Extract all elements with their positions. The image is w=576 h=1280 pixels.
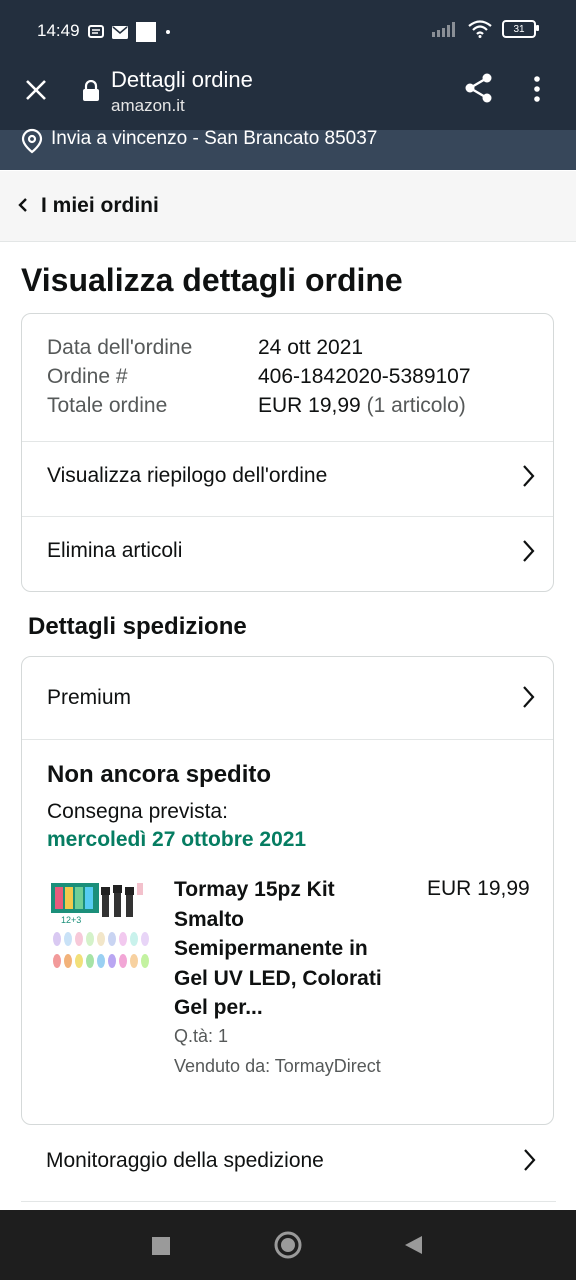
chevron-right-icon xyxy=(523,686,535,708)
product-image[interactable]: 12+3 xyxy=(49,881,153,975)
share-icon xyxy=(465,73,492,103)
shipment-tracking-row[interactable]: Monitoraggio della spedizione xyxy=(21,1125,556,1202)
signal-icon xyxy=(432,22,455,37)
share-button[interactable] xyxy=(463,72,495,109)
shipping-section-title: Dettagli spedizione xyxy=(28,613,247,640)
order-summary-card: Data dell'ordine 24 ott 2021 Ordine # 40… xyxy=(21,313,554,592)
delete-items-row[interactable]: Elimina articoli xyxy=(22,516,553,591)
breadcrumb-my-orders[interactable]: I miei ordini xyxy=(41,194,159,218)
order-number-value: 406-1842020-5389107 xyxy=(258,365,471,388)
chevron-right-icon xyxy=(524,1149,536,1171)
status-notification-icons xyxy=(88,22,172,42)
order-item-count: (1 articolo) xyxy=(366,394,466,417)
recents-button[interactable] xyxy=(151,1236,171,1256)
status-time: 14:49 xyxy=(37,21,80,40)
system-navigation-bar xyxy=(0,1210,576,1280)
product-image-label: 12+3 xyxy=(61,915,81,925)
product-seller: Venduto da: TormayDirect xyxy=(174,1056,381,1076)
page-title-bar: Dettagli ordine xyxy=(111,67,253,92)
order-total-value: EUR 19,99 xyxy=(258,394,361,417)
lock-icon xyxy=(83,80,99,101)
delivery-location-bar[interactable]: Invia a vincenzo - San Brancato 85037 xyxy=(0,128,576,170)
home-button[interactable] xyxy=(273,1230,303,1260)
status-bar: 14:49 31 xyxy=(0,0,576,58)
order-date-label: Data dell'ordine xyxy=(47,336,193,359)
product-title-link[interactable]: Tormay 15pz Kit Smalto Semipermanente in… xyxy=(174,875,399,1023)
shipping-card: Premium Non ancora spedito Consegna prev… xyxy=(21,656,554,1125)
chevron-left-icon xyxy=(18,198,27,212)
view-order-summary-label: Visualizza riepilogo dell'ordine xyxy=(47,464,328,487)
order-number-label: Ordine # xyxy=(47,365,128,388)
view-order-summary-row[interactable]: Visualizza riepilogo dell'ordine xyxy=(22,441,553,516)
battery-level: 31 xyxy=(513,23,525,35)
delivery-location-text: Invia a vincenzo - San Brancato 85037 xyxy=(51,128,378,149)
shipment-tracking-label: Monitoraggio della spedizione xyxy=(46,1149,324,1172)
app-notification-icon xyxy=(136,22,156,42)
browser-app-bar: Dettagli ordine amazon.it xyxy=(0,58,576,130)
page-title: Visualizza dettagli ordine xyxy=(21,262,403,298)
shipping-method-label: Premium xyxy=(47,686,132,709)
chevron-right-icon xyxy=(523,465,535,487)
product-price: EUR 19,99 xyxy=(427,877,530,900)
order-total-value-line: EUR 19,99 (1 articolo) xyxy=(258,394,466,418)
page-url: amazon.it xyxy=(111,96,185,115)
product-quantity: Q.tà: 1 xyxy=(174,1026,229,1046)
close-icon xyxy=(26,80,46,100)
order-date-value: 24 ott 2021 xyxy=(258,336,364,359)
location-pin-icon xyxy=(21,128,43,154)
breadcrumb[interactable]: I miei ordini xyxy=(0,171,576,242)
delivery-estimate-date: mercoledì 27 ottobre 2021 xyxy=(47,828,307,851)
battery-indicator: 31 xyxy=(502,20,539,38)
divider xyxy=(22,739,553,740)
delivery-estimate-label: Consegna prevista: xyxy=(47,800,228,823)
message-icon xyxy=(88,25,104,38)
chevron-right-icon xyxy=(523,540,535,562)
delete-items-label: Elimina articoli xyxy=(47,539,183,562)
product-thumbnail-graphic: 12+3 xyxy=(49,881,153,968)
wifi-icon xyxy=(468,20,492,38)
mail-icon xyxy=(112,25,128,39)
back-button[interactable] xyxy=(402,1234,424,1256)
shipping-method-row[interactable]: Premium xyxy=(22,657,553,739)
status-system-icons: 31 xyxy=(432,20,539,38)
shipment-status: Non ancora spedito xyxy=(47,761,272,788)
order-total-label: Totale ordine xyxy=(47,394,168,417)
dot-icon xyxy=(166,30,170,34)
more-menu-button[interactable] xyxy=(532,74,542,109)
close-button[interactable] xyxy=(22,76,50,104)
more-menu-icon xyxy=(534,76,540,102)
